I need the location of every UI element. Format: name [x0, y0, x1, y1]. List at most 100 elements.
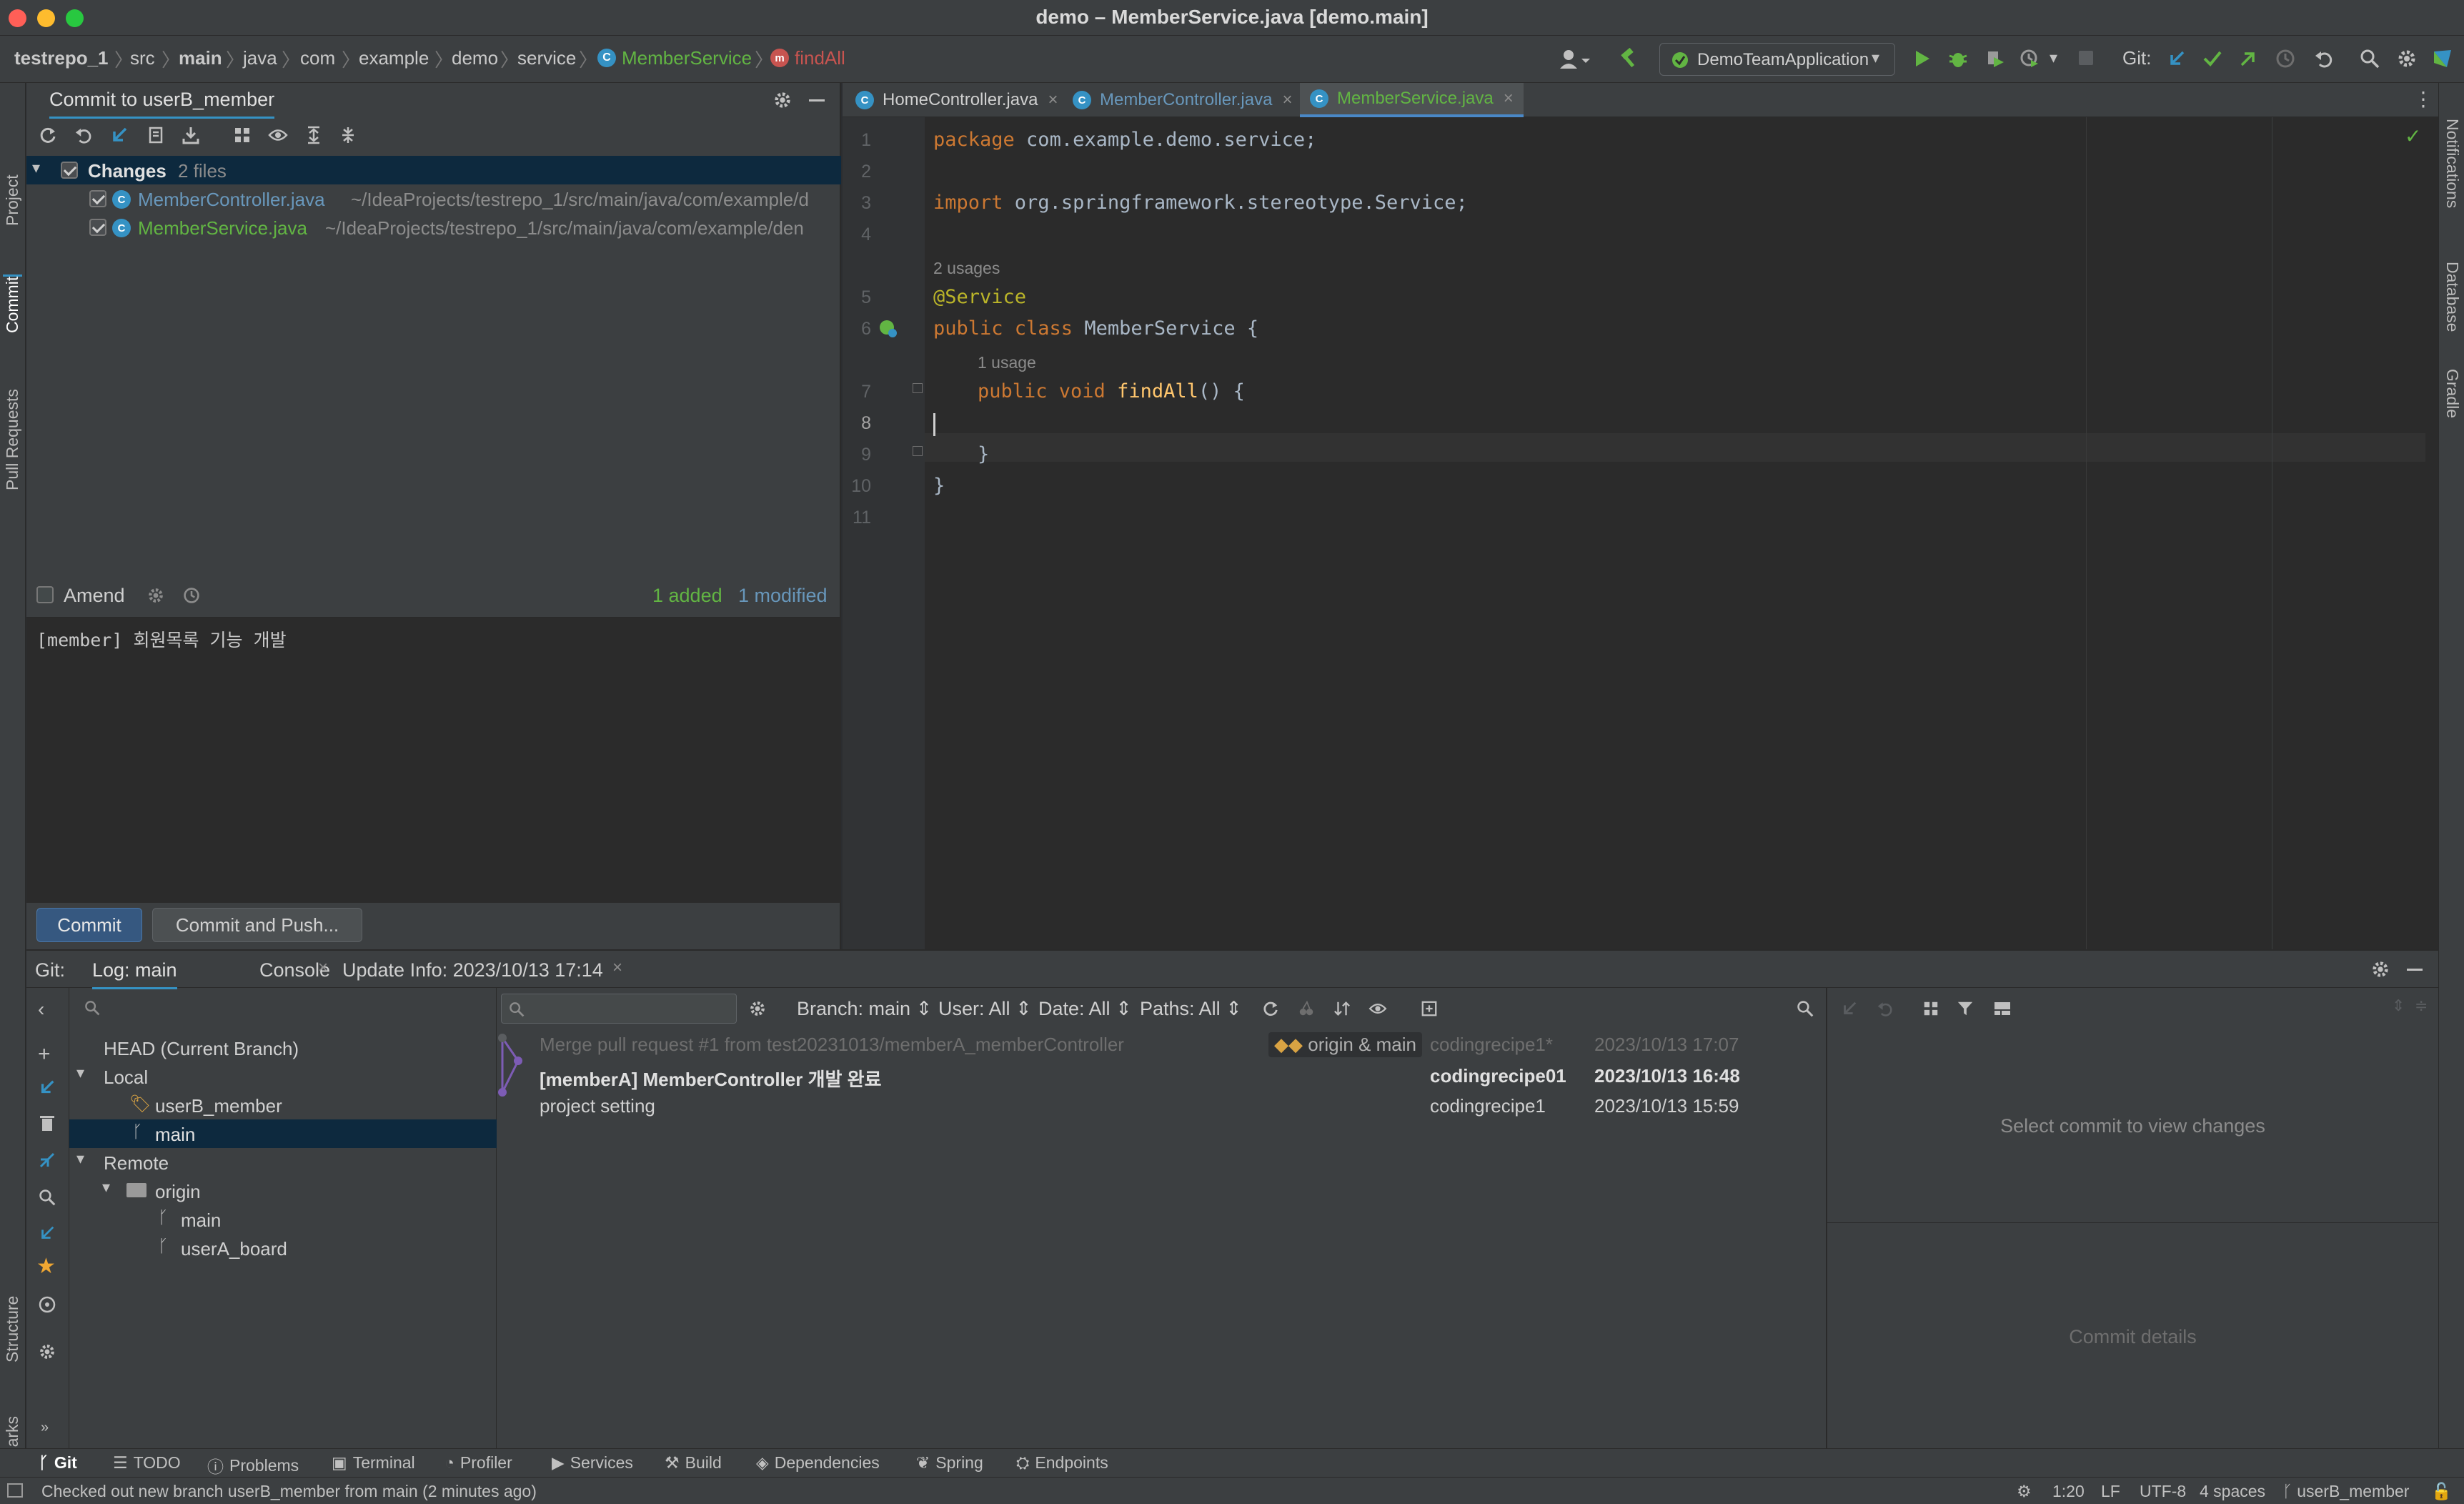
collapse-all-icon[interactable]: ≑	[2415, 996, 2428, 1015]
status-message[interactable]: Checked out new branch userB_member from…	[41, 1482, 537, 1501]
commit-message-input[interactable]: [member] 회원목록 기능 개발	[36, 626, 287, 652]
breadcrumb-java[interactable]: java	[243, 47, 277, 69]
log-settings-gear-icon[interactable]	[747, 998, 768, 1019]
breadcrumb-project[interactable]: testrepo_1	[14, 47, 109, 69]
date-filter[interactable]: Date: All ⇕	[1038, 998, 1132, 1020]
commit-button[interactable]: Commit	[36, 908, 142, 942]
search-icon[interactable]	[82, 998, 102, 1018]
close-tab-icon[interactable]: ×	[297, 958, 328, 978]
panel-settings-gear-icon[interactable]	[771, 89, 794, 112]
eye-icon[interactable]	[1367, 998, 1389, 1019]
branch-row-selected[interactable]: ᚴ main	[69, 1119, 497, 1148]
tool-spring[interactable]: ❦ Spring	[916, 1453, 983, 1473]
debug-icon[interactable]	[1945, 46, 1971, 71]
more-run-chevron-icon[interactable]: ▾	[2050, 49, 2057, 67]
tab-home-controller[interactable]: C HomeController.java ×	[855, 83, 1058, 117]
favorite-star-icon[interactable]: ★	[36, 1254, 56, 1279]
branch-filter[interactable]: Branch: main ⇕	[797, 998, 932, 1020]
show-diff-icon[interactable]	[145, 124, 168, 147]
delete-branch-trash-icon[interactable]	[36, 1112, 58, 1134]
git-branch-widget[interactable]: ᚴ userB_member	[2282, 1482, 2409, 1501]
run-configuration-selector[interactable]: DemoTeamApplication ▾	[1659, 43, 1895, 76]
shelve-icon[interactable]	[179, 124, 202, 147]
user-filter[interactable]: User: All ⇕	[938, 998, 1032, 1020]
fetch-icon[interactable]	[36, 1149, 58, 1171]
changed-file-row[interactable]: C MemberService.java ~/IdeaProjects/test…	[26, 213, 841, 242]
new-tab-icon[interactable]	[1419, 998, 1440, 1019]
commit-and-push-button[interactable]: Commit and Push...	[152, 908, 362, 942]
collapse-all-icon[interactable]	[337, 124, 359, 147]
eye-icon[interactable]	[267, 124, 289, 147]
git-update-icon[interactable]	[2164, 46, 2190, 71]
line-separator[interactable]: LF	[2101, 1482, 2120, 1501]
refresh-log-icon[interactable]	[1260, 998, 1281, 1019]
jetbrains-toolbox-icon[interactable]	[2430, 46, 2455, 71]
profile-icon[interactable]	[2017, 46, 2042, 71]
remote-group-row[interactable]: ▾ Remote	[69, 1148, 497, 1177]
breadcrumb-demo[interactable]: demo	[452, 47, 498, 69]
usages-hint[interactable]: 2 usages	[933, 259, 1000, 278]
hide-panel-icon[interactable]	[805, 89, 828, 112]
cherry-pick-icon[interactable]	[1839, 998, 1860, 1019]
branch-row[interactable]: 🏷 userB_member	[69, 1091, 497, 1119]
commit-history-clock-icon[interactable]	[181, 585, 202, 606]
tab-log-main[interactable]: Log: main	[92, 959, 177, 989]
indent-setting[interactable]: 4 spaces	[2200, 1482, 2265, 1501]
tool-endpoints[interactable]: ⛭ Endpoints	[1016, 1453, 1108, 1473]
tool-project[interactable]: Project	[3, 174, 22, 226]
changes-group-checkbox[interactable]	[61, 162, 78, 179]
close-tab-icon[interactable]: ×	[1282, 90, 1292, 110]
close-tab-icon[interactable]: ×	[612, 958, 622, 978]
usage-hint[interactable]: 1 usage	[978, 353, 1036, 372]
refresh-icon[interactable]	[36, 124, 59, 147]
update-selected-icon[interactable]	[36, 1077, 58, 1098]
group-by-icon[interactable]	[231, 124, 254, 147]
sort-icon[interactable]	[1331, 998, 1353, 1019]
toggle-tool-windows-icon[interactable]	[7, 1483, 23, 1498]
history-clock-icon[interactable]	[2272, 46, 2298, 71]
coverage-icon[interactable]	[1982, 46, 2008, 71]
breadcrumb-class[interactable]: MemberService	[622, 47, 752, 69]
amend-checkbox[interactable]	[36, 586, 54, 603]
tool-todo[interactable]: ☰ TODO	[113, 1453, 181, 1473]
code-area[interactable]: package com.example.demo.service; import…	[843, 117, 2438, 949]
breadcrumb-com[interactable]: com	[300, 47, 335, 69]
more-tabs-icon[interactable]: ⋮	[2413, 87, 2433, 111]
tool-pull-requests[interactable]: Pull Requests	[3, 389, 22, 490]
search-branches-icon[interactable]	[36, 1187, 58, 1208]
hide-panel-icon[interactable]	[2403, 958, 2426, 981]
account-icon[interactable]	[1556, 47, 1592, 71]
commit-row[interactable]: Merge pull request #1 from test20231013/…	[497, 1028, 1827, 1061]
file-checkbox[interactable]	[89, 219, 106, 236]
new-branch-plus-icon[interactable]: +	[38, 1042, 51, 1067]
tab-member-service[interactable]: C MemberService.java ×	[1300, 83, 1524, 117]
branch-head-row[interactable]: HEAD (Current Branch)	[69, 1034, 497, 1062]
caret-position[interactable]: 1:20	[2052, 1482, 2085, 1501]
rollback-icon[interactable]	[2311, 46, 2337, 71]
chevron-down-icon[interactable]: ▾	[76, 1149, 84, 1168]
tool-problems[interactable]: ⓘ Problems	[207, 1453, 299, 1478]
tool-commit[interactable]: Commit	[3, 274, 22, 333]
run-icon[interactable]	[1909, 46, 1935, 71]
tool-git[interactable]: ᚴ Git	[39, 1453, 77, 1473]
search-icon[interactable]	[1794, 998, 1816, 1019]
file-checkbox[interactable]	[89, 190, 106, 207]
commit-row[interactable]: project setting codingrecipe1 2023/10/13…	[497, 1094, 1827, 1127]
lock-icon[interactable]: 🔓	[2431, 1482, 2452, 1501]
git-push-icon[interactable]	[2235, 46, 2261, 71]
tool-terminal[interactable]: ▣ Terminal	[332, 1453, 415, 1473]
git-options-gear-icon[interactable]	[36, 1341, 58, 1362]
filter-icon[interactable]	[1954, 998, 1976, 1019]
changed-file-row[interactable]: C MemberController.java ~/IdeaProjects/t…	[26, 184, 841, 213]
origin-group-row[interactable]: ▾ origin	[69, 1177, 497, 1205]
tool-database[interactable]: Database	[2443, 262, 2462, 332]
branch-row[interactable]: ᚴ userA_board	[69, 1234, 497, 1262]
layout-icon[interactable]	[1992, 998, 2013, 1019]
update-project-icon[interactable]	[108, 124, 131, 147]
group-by-icon[interactable]	[1920, 998, 1942, 1019]
chevron-down-icon[interactable]: ▾	[32, 159, 40, 177]
tool-services[interactable]: ▶ Services	[552, 1453, 633, 1473]
commit-message-area[interactable]: [member] 회원목록 기능 개발	[26, 617, 841, 903]
tool-notifications[interactable]: Notifications	[2443, 119, 2462, 208]
breadcrumb-method[interactable]: findAll	[795, 47, 845, 69]
